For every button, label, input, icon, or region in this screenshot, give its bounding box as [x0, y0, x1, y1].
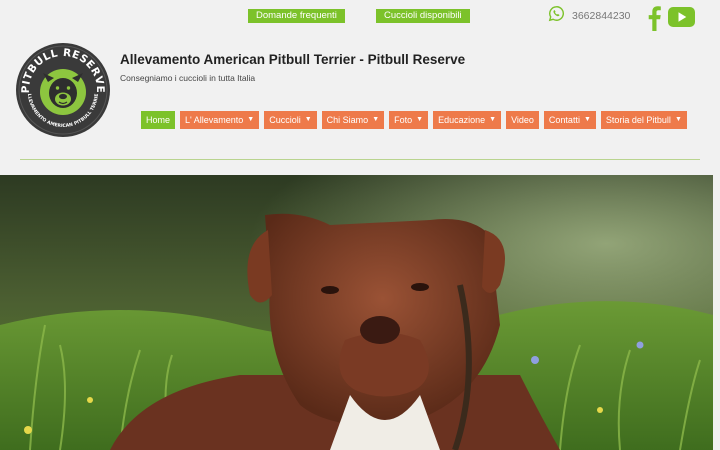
phone-number[interactable]: 3662844230: [572, 10, 630, 22]
faq-button[interactable]: Domande frequenti: [248, 9, 345, 23]
facebook-icon[interactable]: [646, 5, 662, 36]
nav-label: Storia del Pitbull: [605, 115, 671, 125]
phone-contact[interactable]: 3662844230: [548, 5, 630, 27]
nav-label: Contatti: [548, 115, 580, 125]
nav-label: Educazione: [438, 115, 486, 125]
nav-item-chi-siamo[interactable]: Chi Siamo ▼: [321, 111, 385, 129]
nav-item-contatti[interactable]: Contatti ▼: [543, 111, 596, 129]
nav-item-cuccioli[interactable]: Cuccioli ▼: [264, 111, 317, 129]
top-bar: Domande frequenti Cuccioli disponibili 3…: [0, 0, 720, 36]
whatsapp-icon: [548, 5, 565, 27]
main-nav: Home L' Allevamento ▼ Cuccioli ▼ Chi Sia…: [141, 111, 687, 129]
site-title[interactable]: Allevamento American Pitbull Terrier - P…: [120, 52, 465, 67]
chevron-down-icon: ▼: [489, 116, 497, 123]
chevron-down-icon: ▼: [583, 116, 591, 123]
nav-item-video[interactable]: Video: [506, 111, 539, 129]
available-puppies-button[interactable]: Cuccioli disponibili: [376, 9, 470, 23]
hero-image: [0, 175, 713, 450]
nav-item-foto[interactable]: Foto ▼: [389, 111, 429, 129]
nav-label: Foto: [394, 115, 413, 125]
chevron-down-icon: ▼: [416, 116, 424, 123]
youtube-icon[interactable]: [668, 7, 695, 32]
site-logo[interactable]: PITBULL RESERVE ALLEVAMENTO AMERICAN PIT…: [13, 38, 111, 138]
nav-label: Cuccioli: [269, 115, 301, 125]
nav-label: Home: [146, 115, 171, 125]
header-divider: [20, 159, 700, 160]
site-tagline: Consegniamo i cuccioli in tutta Italia: [120, 73, 256, 83]
nav-item-home[interactable]: Home: [141, 111, 176, 129]
nav-label: L' Allevamento: [185, 115, 244, 125]
nav-label: Chi Siamo: [326, 115, 369, 125]
chevron-down-icon: ▼: [247, 116, 255, 123]
chevron-down-icon: ▼: [372, 116, 380, 123]
nav-item-storia-del-pitbull[interactable]: Storia del Pitbull ▼: [600, 111, 687, 129]
nav-item-educazione[interactable]: Educazione ▼: [433, 111, 502, 129]
chevron-down-icon: ▼: [304, 116, 312, 123]
nav-item-allevamento[interactable]: L' Allevamento ▼: [180, 111, 260, 129]
chevron-down-icon: ▼: [674, 116, 682, 123]
nav-label: Video: [511, 115, 534, 125]
